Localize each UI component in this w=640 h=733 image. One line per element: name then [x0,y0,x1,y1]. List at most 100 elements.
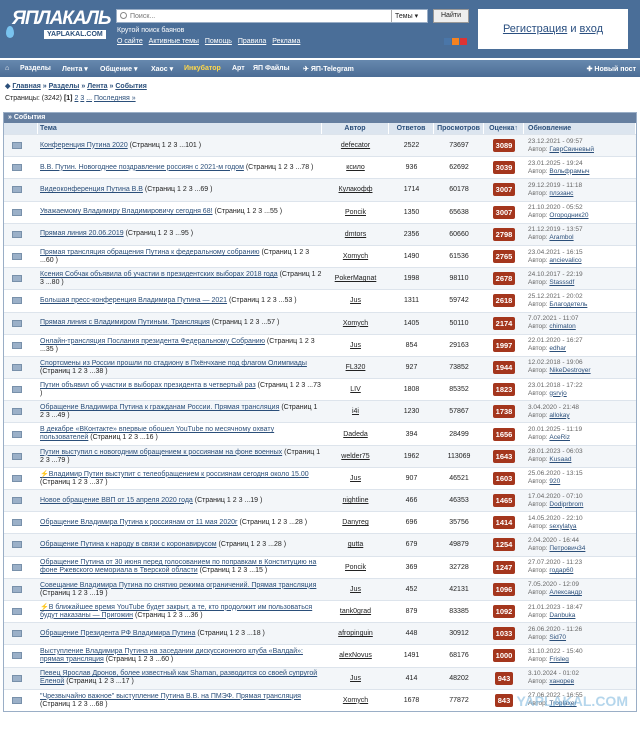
topic-author[interactable]: i4i [352,408,359,415]
topic-pages[interactable]: (Страниц 1 2 3 ...78 ) [246,164,314,171]
topic-title-link[interactable]: Конференция Путина 2020 [40,142,128,149]
topic-last-author[interactable]: Dodiprbrom [549,501,583,508]
topic-pages[interactable]: (Страниц 1 2 3 ...15 ) [200,567,268,574]
topic-pages[interactable]: (Страниц 1 2 3 ...37 ) [40,479,108,486]
search-button[interactable]: Найти [433,9,469,23]
topic-title-link[interactable]: Онлайн-трансляция Послания президента Фе… [40,338,265,345]
topic-author[interactable]: Xomych [343,320,368,327]
home-icon[interactable]: ⌂ [5,65,9,72]
topic-title-link[interactable]: Прямая линия с Владимиром Путиным. Транс… [40,319,210,326]
topic-author[interactable]: ксило [346,164,365,171]
topic-last-author[interactable]: sexylatya [549,523,576,530]
nav-feed[interactable]: Лента ▾ [62,65,88,73]
topic-last-author[interactable]: Arambol [549,234,573,241]
topic-title-link[interactable]: Обращение Президента РФ Владимира Путина [40,630,195,637]
nav-incubator[interactable]: Инкубатор [184,65,221,72]
topic-pages[interactable]: (Страниц 1 2 3 ...60 ) [106,656,174,663]
col-updated[interactable]: Обновление [524,123,636,134]
crumb-events[interactable]: События [115,83,146,90]
topic-last-author[interactable]: ancievalico [549,257,581,264]
topic-pages[interactable]: (Страниц 1 2 3 ...18 ) [197,630,265,637]
topic-last-author[interactable]: Петрович34 [549,545,585,552]
topic-title-link[interactable]: Видеоконференция Путина В.В [40,186,143,193]
topic-title-link[interactable]: Большая пресс-конференция Владимира Пути… [40,297,227,304]
topic-last-author[interactable]: годар60 [549,567,573,574]
topic-title-link[interactable]: Новое обращение ВВП от 15 апреля 2020 го… [40,497,193,504]
topic-author[interactable]: alexNovus [339,652,372,659]
topic-pages[interactable]: (Страниц 1 2 3 ...69 ) [145,186,213,193]
link-help[interactable]: Помощь [205,38,232,45]
topic-pages[interactable]: (Страниц 1 2 3 ...57 ) [212,319,280,326]
topic-last-author[interactable]: Sid70 [549,634,566,641]
page-link-3[interactable]: 3 [80,95,84,102]
page-last[interactable]: Последняя » [94,95,136,102]
topic-title-link[interactable]: Уважаемому Владимиру Владимировичу сегод… [40,208,213,215]
topic-author[interactable]: Кулакофф [339,186,373,193]
topic-pages[interactable]: (Страниц 1 2 3 ...19 ) [195,497,263,504]
topic-title-link[interactable]: Спортсмены из России прошли по стадиону … [40,360,307,367]
page-link-more[interactable]: ... [86,95,92,102]
topic-last-author[interactable]: allokay [549,412,569,419]
topic-title-link[interactable]: Обращение Владимира Путина к гражданам Р… [40,404,279,411]
link-active[interactable]: Активные темы [149,38,199,45]
topic-pages[interactable]: (Страниц 1 2 3 ...28 ) [219,541,287,548]
crumb-feed[interactable]: Лента [87,83,107,90]
col-views[interactable]: Просмотров [434,123,484,134]
topic-last-author[interactable]: edhar [549,345,566,352]
nav-art[interactable]: Арт [232,65,245,72]
topic-author[interactable]: Jus [350,675,361,682]
topic-title-link[interactable]: Путин выступил с новогодним обращением к… [40,449,282,456]
new-post-button[interactable]: ✚ Новый пост [587,65,636,73]
topic-title-link[interactable]: В.В. Путин. Новогоднее поздравление росс… [40,164,244,171]
col-topic[interactable]: Тема [38,123,322,134]
topic-author[interactable]: Jus [350,586,361,593]
vk-icon[interactable] [444,38,451,45]
topic-author[interactable]: Xomych [343,253,368,260]
col-author[interactable]: Автор [322,123,389,134]
site-logo[interactable]: ЯПЛАКАЛЬ YAPLAKAL.COM [4,6,112,46]
topic-author[interactable]: Jus [350,342,361,349]
topic-last-author[interactable]: Kusaad [549,456,571,463]
topic-last-author[interactable]: Александр [549,589,582,596]
topic-pages[interactable]: (Страниц 1 2 3 ...17 ) [66,678,134,685]
topic-author[interactable]: Jus [350,475,361,482]
topic-pages[interactable]: (Страниц 1 2 3 ...95 ) [126,230,194,237]
topic-pages[interactable]: (Страниц 1 2 3 ...28 ) [240,519,308,526]
topic-author[interactable]: Jus [350,297,361,304]
topic-last-author[interactable]: 920 [549,478,560,485]
topic-author[interactable]: welder75 [341,453,369,460]
topic-author[interactable]: dmtors [345,231,366,238]
link-about[interactable]: О сайте [117,38,143,45]
topic-author[interactable]: Poncik [345,209,366,216]
topic-author[interactable]: tank0grad [340,608,371,615]
topic-title-link[interactable]: "Чрезвычайно важное" выступление Путина … [40,693,301,700]
topic-title-link[interactable]: Обращение Путина от 30 июня перед голосо… [40,559,316,574]
topic-last-author[interactable]: Благодетель [549,301,587,308]
rss-icon[interactable] [452,38,459,45]
search-scope-select[interactable]: Темы ▾ [391,10,427,22]
topic-last-author[interactable]: Stasssdf [549,279,574,286]
login-link[interactable]: вход [580,23,604,35]
topic-title-link[interactable]: Прямая трансляция обращения Путина к фед… [40,249,259,256]
topic-last-author[interactable]: AceRiz [549,434,570,441]
topic-last-author[interactable]: Danbuka [549,612,575,619]
topic-pages[interactable]: (Страниц 1 2 3 ...101 ) [130,142,201,149]
search-input[interactable] [130,11,390,21]
topic-title-link[interactable]: ⚡Владимир Путин выступит с телеобращение… [40,471,309,478]
topic-author[interactable]: Danyreg [342,519,368,526]
col-score[interactable]: Оценка↑ [484,123,524,134]
nav-files[interactable]: ЯП Файлы [253,65,290,72]
youtube-icon[interactable] [460,38,467,45]
register-link[interactable]: Регистрация [503,23,567,35]
topic-author[interactable]: FL320 [346,364,366,371]
link-ads[interactable]: Реклама [272,38,300,45]
topic-last-author[interactable]: плэзанс [549,190,573,197]
topic-title-link[interactable]: Обращение Путина к народу в связи с коро… [40,541,217,548]
topic-author[interactable]: Poncik [345,564,366,571]
topic-pages[interactable]: (Страниц 1 2 3 ...16 ) [90,434,158,441]
topic-title-link[interactable]: Ксения Собчак объявила об участии в през… [40,271,278,278]
topic-pages[interactable]: (Страниц 1 2 3 ...55 ) [215,208,283,215]
topic-title-link[interactable]: Прямая линия 20.06.2019 [40,230,124,237]
topic-pages[interactable]: (Страниц 1 2 3 ...36 ) [135,612,203,619]
topic-pages[interactable]: (Страниц 1 2 3 ...19 ) [40,590,108,597]
